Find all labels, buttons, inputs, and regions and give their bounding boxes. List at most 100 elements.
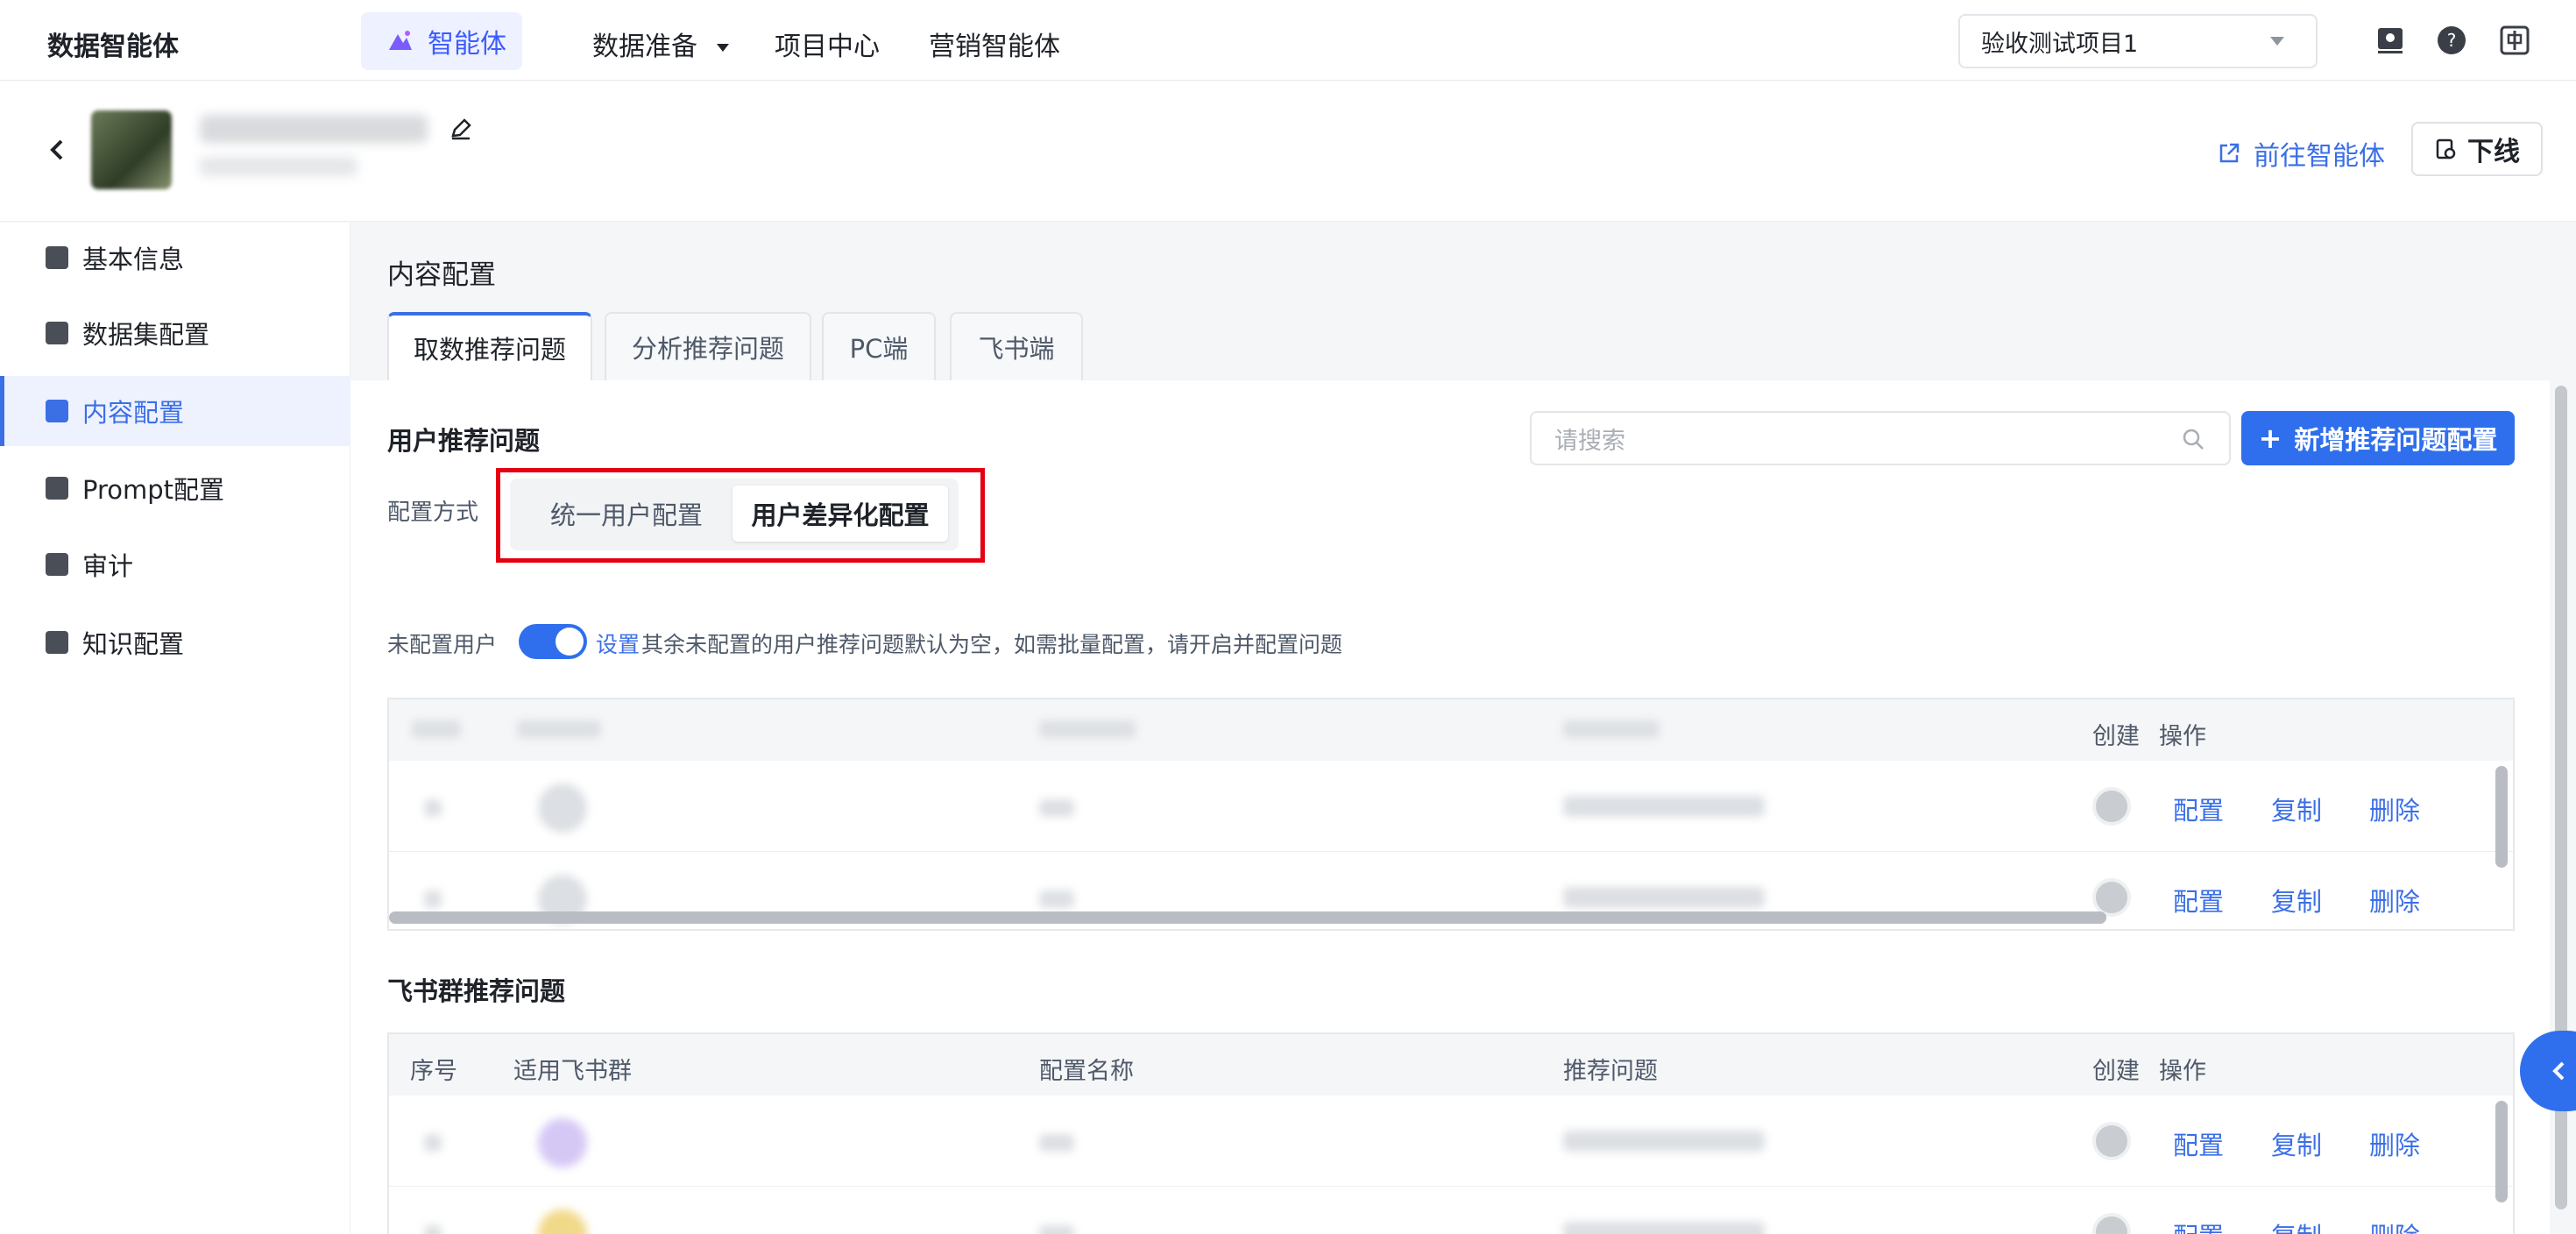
sidebar-item-knowledge-config[interactable]: 知识配置 — [0, 607, 350, 677]
sidebar-item-audit[interactable]: 审计 — [0, 529, 350, 599]
document-icon — [46, 246, 68, 269]
agent-name-blurred — [200, 115, 428, 143]
unconfigured-hint: 其余未配置的用户推荐问题默认为空，如需批量配置，请开启并配置问题 — [641, 632, 1343, 657]
add-button-label: 新增推荐问题配置 — [2294, 425, 2498, 455]
sidebar-item-prompt-config[interactable]: Prompt配置 — [0, 453, 350, 523]
copy-action[interactable]: 复制 — [2271, 1125, 2322, 1162]
tab-analysis-recommend[interactable]: 分析推荐问题 — [605, 312, 811, 380]
horizontal-scrollbar[interactable] — [389, 911, 2106, 924]
bulb-icon — [46, 631, 68, 654]
vertical-scrollbar[interactable] — [2495, 766, 2508, 868]
goto-agent-link[interactable]: 前往智能体 — [2217, 134, 2385, 173]
blurred-header — [412, 720, 461, 738]
column-index: 序号 — [410, 1058, 457, 1085]
monitor-icon[interactable] — [2374, 25, 2406, 56]
column-actions: 操作 — [2159, 723, 2206, 750]
blurred-header — [517, 720, 601, 738]
column-actions: 操作 — [2159, 1058, 2206, 1085]
sidebar-item-label: 知识配置 — [82, 629, 185, 659]
sidebar-item-label: 审计 — [82, 551, 134, 581]
content-config-icon — [46, 400, 68, 422]
blurred-cell — [424, 1225, 442, 1234]
feishu-section-title: 飞书群推荐问题 — [387, 976, 566, 1006]
pulse-icon — [46, 553, 68, 576]
sidebar-item-content-config[interactable]: 内容配置 — [0, 376, 350, 446]
config-mode-label: 配置方式 — [387, 500, 479, 526]
user-recommend-table: 创建 操作 配置 复制 删除 配置 复制 删除 — [387, 698, 2515, 931]
language-icon[interactable] — [2499, 25, 2530, 56]
nav-data-prep[interactable]: 数据准备 — [592, 25, 729, 63]
blurred-group-avatar — [538, 1209, 587, 1234]
delete-action[interactable]: 删除 — [2369, 1125, 2420, 1162]
table-row: 配置 复制 删除 — [389, 761, 2513, 852]
copy-action[interactable]: 复制 — [2271, 882, 2322, 918]
agent-desc-blurred — [200, 157, 357, 176]
chevron-left-icon — [2552, 1061, 2565, 1081]
blurred-cell — [1039, 1134, 1074, 1152]
blurred-cell — [1563, 887, 1765, 908]
user-section-title: 用户推荐问题 — [387, 426, 541, 456]
blurred-cell — [424, 1134, 442, 1152]
creator-avatar — [2092, 1122, 2131, 1160]
search-placeholder: 请搜索 — [1554, 427, 1625, 455]
sidebar-item-basic-info[interactable]: 基本信息 — [0, 223, 350, 293]
copy-action[interactable]: 复制 — [2271, 791, 2322, 827]
vertical-scrollbar[interactable] — [2495, 1101, 2508, 1202]
sidebar-item-label: 内容配置 — [82, 398, 185, 428]
tab-feishu[interactable]: 飞书端 — [950, 312, 1083, 380]
sidebar: 基本信息 数据集配置 内容配置 Prompt配置 审计 知识配置 — [0, 223, 350, 1234]
plus-icon: + — [2258, 422, 2282, 455]
highlight-box — [496, 468, 985, 563]
nav-project-center[interactable]: 项目中心 — [775, 25, 880, 63]
delete-action[interactable]: 删除 — [2369, 1216, 2420, 1234]
tab-fetch-recommend[interactable]: 取数推荐问题 — [387, 312, 592, 380]
nav-agent-label: 智能体 — [428, 29, 506, 60]
config-action[interactable]: 配置 — [2173, 1125, 2224, 1162]
config-action[interactable]: 配置 — [2173, 1216, 2224, 1234]
blurred-cell — [424, 799, 442, 817]
external-link-icon — [2219, 143, 2240, 163]
offline-label: 下线 — [2467, 137, 2520, 167]
blurred-cell — [424, 890, 442, 908]
nav-data-prep-label: 数据准备 — [592, 32, 697, 62]
column-creator: 创建 — [2092, 1058, 2140, 1085]
svg-text:?: ? — [2447, 30, 2457, 51]
agent-header: 前往智能体 下线 — [0, 82, 2576, 222]
settings-link[interactable]: 设置 — [596, 628, 640, 659]
layers-icon — [46, 322, 68, 344]
blurred-group-avatar — [538, 1118, 587, 1167]
blurred-cell — [1039, 799, 1074, 817]
offline-button[interactable]: 下线 — [2411, 122, 2543, 176]
nav-agent[interactable]: 智能体 — [361, 12, 522, 70]
tab-pc[interactable]: PC端 — [822, 312, 936, 380]
column-creator: 创建 — [2092, 723, 2140, 750]
blurred-header — [1563, 720, 1660, 738]
creator-avatar — [2092, 787, 2131, 826]
page-title: 内容配置 — [387, 259, 496, 291]
agent-avatar — [91, 110, 172, 189]
edit-icon[interactable] — [449, 117, 473, 141]
top-navbar: 数据智能体 智能体 数据准备 项目中心 营销智能体 验收测试项目1 ? — [0, 0, 2576, 81]
copy-action[interactable]: 复制 — [2271, 1216, 2322, 1234]
project-select[interactable]: 验收测试项目1 — [1958, 14, 2318, 68]
sidebar-item-label: 基本信息 — [82, 245, 185, 274]
config-action[interactable]: 配置 — [2173, 882, 2224, 918]
nav-marketing-agent[interactable]: 营销智能体 — [929, 25, 1060, 63]
back-icon[interactable] — [46, 138, 70, 162]
blurred-cell — [1039, 1225, 1074, 1234]
config-action[interactable]: 配置 — [2173, 791, 2224, 827]
search-input[interactable]: 请搜索 — [1530, 411, 2231, 465]
unconfigured-user-toggle[interactable] — [519, 624, 587, 659]
add-recommend-config-button[interactable]: + 新增推荐问题配置 — [2241, 411, 2515, 465]
sidebar-item-dataset-config[interactable]: 数据集配置 — [0, 298, 350, 368]
help-icon[interactable]: ? — [2436, 25, 2467, 56]
chart-icon — [46, 477, 68, 500]
sidebar-item-label: 数据集配置 — [82, 320, 210, 350]
table-header: 序号 适用飞书群 配置名称 推荐问题 创建 操作 — [389, 1034, 2513, 1096]
agent-icon — [389, 31, 412, 50]
brand-title: 数据智能体 — [47, 32, 179, 62]
goto-agent-label: 前往智能体 — [2254, 141, 2385, 172]
delete-action[interactable]: 删除 — [2369, 791, 2420, 827]
delete-action[interactable]: 删除 — [2369, 882, 2420, 918]
blurred-cell — [1563, 1222, 1765, 1234]
